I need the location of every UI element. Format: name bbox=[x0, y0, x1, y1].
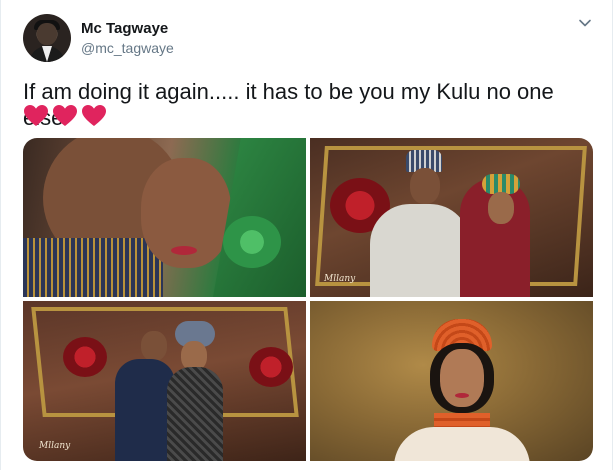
heart-icon bbox=[53, 105, 77, 126]
user-display-name[interactable]: Mc Tagwaye bbox=[81, 20, 168, 37]
watermark: Mllany bbox=[324, 274, 356, 284]
man-face bbox=[410, 168, 440, 204]
woman-lips bbox=[171, 246, 197, 255]
photo-bride-portrait[interactable] bbox=[310, 301, 593, 461]
bride-gown bbox=[394, 427, 530, 461]
red-flowers bbox=[249, 347, 293, 387]
chevron-down-icon[interactable] bbox=[578, 16, 592, 30]
woman-headtie bbox=[482, 174, 520, 194]
man-robe bbox=[370, 204, 470, 297]
woman-face bbox=[488, 192, 514, 224]
user-avatar[interactable] bbox=[23, 14, 71, 62]
photo-couple-frame[interactable]: Mllany bbox=[310, 138, 593, 297]
woman-dress bbox=[167, 367, 223, 461]
bride-face bbox=[440, 349, 484, 407]
tweet-card: Mc Tagwaye @mc_tagwaye If am doing it ag… bbox=[0, 0, 613, 470]
man-face bbox=[141, 331, 167, 361]
user-handle[interactable]: @mc_tagwaye bbox=[81, 40, 174, 56]
watermark: Mllany bbox=[39, 441, 71, 451]
media-grid: Mllany Mllany bbox=[23, 138, 593, 461]
green-flower bbox=[223, 216, 281, 268]
man-suit bbox=[115, 359, 175, 461]
heart-emojis bbox=[23, 104, 107, 128]
photo-couple-standing[interactable]: Mllany bbox=[23, 301, 306, 461]
avatar-face bbox=[37, 23, 57, 45]
red-flowers bbox=[63, 337, 107, 377]
tweet-text: If am doing it again..... it has to be y… bbox=[23, 79, 554, 130]
photo-couple-closeup[interactable] bbox=[23, 138, 306, 297]
man-outfit bbox=[23, 238, 163, 297]
bride-lips bbox=[455, 393, 469, 398]
heart-icon bbox=[24, 105, 48, 126]
heart-icon bbox=[82, 105, 106, 126]
